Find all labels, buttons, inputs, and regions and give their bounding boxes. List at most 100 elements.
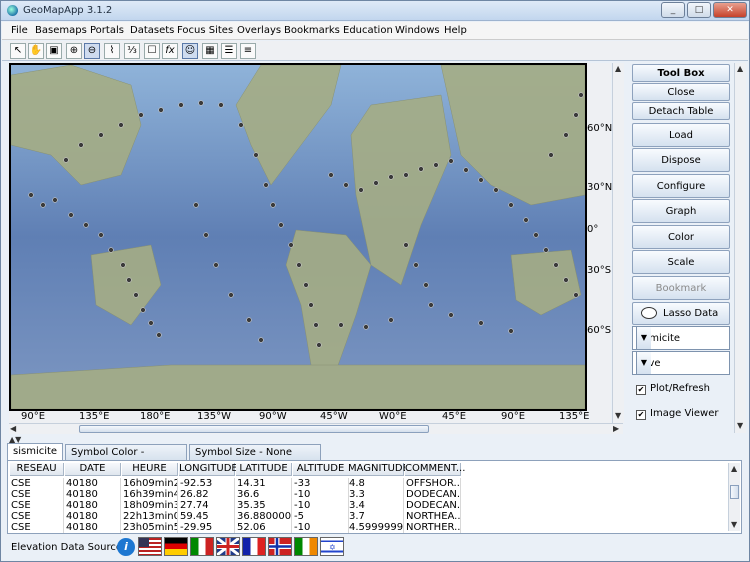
lasso-icon[interactable]: ☐ xyxy=(144,43,160,59)
bookmark-button[interactable]: Bookmark xyxy=(632,276,730,300)
menu-datasets[interactable]: Datasets xyxy=(130,25,174,36)
load-button[interactable]: Load xyxy=(632,123,730,147)
list-icon[interactable]: ☰ xyxy=(221,43,237,59)
ruler-icon[interactable]: ⅓ xyxy=(124,43,140,59)
mask-icon[interactable]: ☺ xyxy=(182,43,198,59)
dispose-button[interactable]: Dispose xyxy=(632,148,730,172)
table-cell[interactable]: -10 xyxy=(293,500,349,511)
us-flag-icon[interactable] xyxy=(138,537,162,556)
table-cell[interactable]: 36.6 xyxy=(236,489,292,500)
profile-icon[interactable]: ⌇ xyxy=(104,43,120,59)
table-cell[interactable]: 16h39min4... xyxy=(122,489,178,500)
uk-flag-icon[interactable] xyxy=(216,537,240,556)
save-icon[interactable]: ▣ xyxy=(46,43,62,59)
table-cell[interactable]: CSE xyxy=(10,522,64,533)
table-cell[interactable]: 40180 xyxy=(65,500,121,511)
italy-flag-icon[interactable] xyxy=(190,537,214,556)
france-flag-icon[interactable] xyxy=(242,537,266,556)
tab-sismicite[interactable]: sismicite xyxy=(7,443,63,460)
menu-education[interactable]: Education xyxy=(343,25,393,36)
scroll-up-icon[interactable]: ▲ xyxy=(731,464,737,473)
menu-bookmarks[interactable]: Bookmarks xyxy=(284,25,340,36)
map-view[interactable] xyxy=(9,63,587,411)
table-cell[interactable]: 40180 xyxy=(65,511,121,522)
table-cell[interactable]: -5 xyxy=(293,511,349,522)
chevron-down-icon[interactable]: ▼ xyxy=(636,327,651,349)
table-cell[interactable]: 59.45 xyxy=(179,511,235,522)
column-header[interactable]: DATE xyxy=(65,463,121,476)
table-cell[interactable]: 3.7 xyxy=(348,511,404,522)
menu-portals[interactable]: Portals xyxy=(90,25,124,36)
plot-refresh-checkbox[interactable]: ✔ Plot/Refresh xyxy=(636,383,710,395)
detach-table-button[interactable]: Detach Table xyxy=(632,102,730,120)
table-cell[interactable]: NORTHEA... xyxy=(405,511,461,522)
table-cell[interactable]: CSE xyxy=(10,500,64,511)
table-cell[interactable]: NORTHER... xyxy=(405,522,461,533)
graph-button[interactable]: Graph xyxy=(632,199,730,223)
ireland-flag-icon[interactable] xyxy=(294,537,318,556)
zoom-in-icon[interactable]: ⊕ xyxy=(66,43,82,59)
tab-symbol-size[interactable]: Symbol Size - None Selected xyxy=(189,444,321,473)
scroll-up-icon[interactable]: ▲ xyxy=(615,64,621,73)
column-header[interactable]: RESEAU xyxy=(10,463,64,476)
close-button[interactable]: Close xyxy=(632,83,730,101)
info-icon[interactable]: i xyxy=(117,538,135,556)
scroll-down-icon[interactable]: ▼ xyxy=(615,411,621,420)
scroll-right-icon[interactable]: ▶ xyxy=(613,424,619,433)
table-cell[interactable]: 4.5999999 xyxy=(348,522,404,533)
table-cell[interactable]: 3.3 xyxy=(348,489,404,500)
dataset-select[interactable]: sismicite ▼ xyxy=(632,326,730,350)
table-cell[interactable]: DODECAN... xyxy=(405,489,461,500)
menu-focus-sites[interactable]: Focus Sites xyxy=(177,25,233,36)
menu-basemaps[interactable]: Basemaps xyxy=(35,25,87,36)
table-cell[interactable]: 14.31 xyxy=(236,478,292,489)
column-header[interactable]: ALTITUDE xyxy=(293,463,349,476)
scale-button[interactable]: Scale xyxy=(632,250,730,274)
table-cell[interactable]: -10 xyxy=(293,522,349,533)
function-icon[interactable]: fx xyxy=(162,43,178,59)
table-scrollbar[interactable]: ▲ ▼ xyxy=(728,463,740,531)
pointer-icon[interactable]: ↖ xyxy=(10,43,26,59)
map-vertical-scrollbar[interactable]: ▲ ▼ xyxy=(612,63,624,423)
table-cell[interactable]: 26.82 xyxy=(179,489,235,500)
table-cell[interactable]: 27.74 xyxy=(179,500,235,511)
image-viewer-checkbox[interactable]: ✔ Image Viewer xyxy=(636,408,719,420)
scroll-thumb[interactable] xyxy=(730,485,739,499)
grid-icon[interactable]: ▦ xyxy=(202,43,218,59)
column-header[interactable]: LATITUDE xyxy=(236,463,292,476)
table-cell[interactable]: 23h05min5... xyxy=(122,522,178,533)
table-cell[interactable]: 35.35 xyxy=(236,500,292,511)
column-header[interactable]: LONGITUDE xyxy=(179,463,238,476)
close-window-button[interactable]: ✕ xyxy=(713,2,747,18)
color-button[interactable]: Color xyxy=(632,225,730,249)
toolbox-scrollbar[interactable]: ▲ ▼ xyxy=(734,63,746,433)
table-cell[interactable]: 40180 xyxy=(65,522,121,533)
checkbox-checked-icon[interactable]: ✔ xyxy=(636,410,646,420)
norway-flag-icon[interactable] xyxy=(268,537,292,556)
lasso-data-button[interactable]: Lasso Data xyxy=(632,302,730,325)
scroll-left-icon[interactable]: ◀ xyxy=(10,424,16,433)
table-cell[interactable]: 22h13min0... xyxy=(122,511,178,522)
column-header[interactable]: COMMENT... xyxy=(405,463,465,476)
table-cell[interactable]: DODECAN... xyxy=(405,500,461,511)
world-map[interactable] xyxy=(11,65,585,409)
chevron-down-icon[interactable]: ▼ xyxy=(636,352,651,374)
table-cell[interactable]: 4.8 xyxy=(348,478,404,489)
zoom-out-icon[interactable]: ⊖ xyxy=(84,43,100,59)
scroll-down-icon[interactable]: ▼ xyxy=(737,421,743,430)
hand-icon[interactable]: ✋ xyxy=(28,43,44,59)
menu-windows[interactable]: Windows xyxy=(395,25,440,36)
minimize-button[interactable]: _ xyxy=(661,2,685,18)
scroll-thumb[interactable] xyxy=(79,425,429,433)
table-cell[interactable]: 52.06 xyxy=(236,522,292,533)
table-cell[interactable]: OFFSHOR... xyxy=(405,478,461,489)
table-cell[interactable]: CSE xyxy=(10,478,64,489)
table-cell[interactable]: CSE xyxy=(10,511,64,522)
table-cell[interactable]: -92.53 xyxy=(179,478,235,489)
menu-overlays[interactable]: Overlays xyxy=(237,25,281,36)
menu-file[interactable]: File xyxy=(11,25,28,36)
save-select[interactable]: Save ▼ xyxy=(632,351,730,375)
germany-flag-icon[interactable] xyxy=(164,537,188,556)
checkbox-checked-icon[interactable]: ✔ xyxy=(636,385,646,395)
table-cell[interactable]: 40180 xyxy=(65,489,121,500)
